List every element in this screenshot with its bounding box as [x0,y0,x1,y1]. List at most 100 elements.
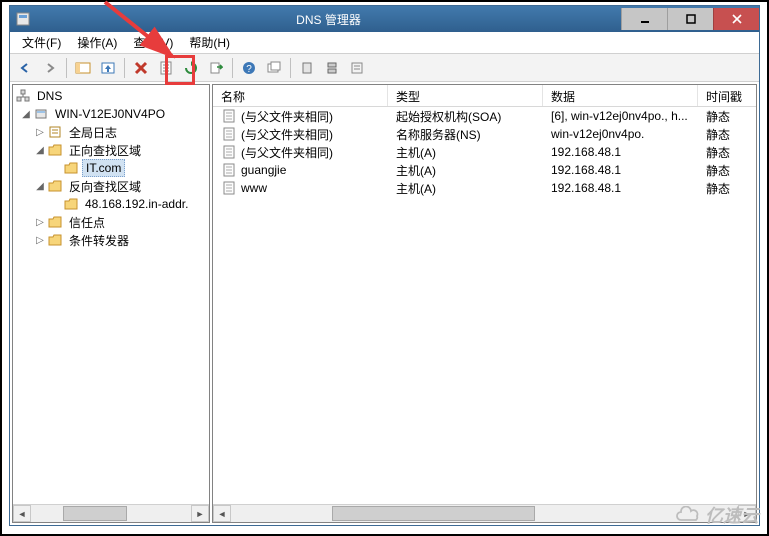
cell-type: 主机(A) [388,179,543,198]
filter-button[interactable] [296,57,318,79]
back-button[interactable] [14,57,36,79]
properties-button[interactable] [155,57,177,79]
menubar: 文件(F) 操作(A) 查看(V) 帮助(H) [10,32,759,54]
scroll-thumb[interactable] [63,506,127,521]
cell-timestamp: 静态 [698,161,756,180]
scroll-track[interactable] [231,505,738,522]
cell-type: 起始授权机构(SOA) [388,107,543,126]
tree-body[interactable]: DNS ◢ WIN-V12EJ0NV4PO ▷ 全局日志 ◢ [13,85,209,504]
record-row[interactable]: (与父文件夹相同)名称服务器(NS)win-v12ej0nv4po.静态 [213,125,756,143]
column-data[interactable]: 数据 [543,85,698,106]
record-row[interactable]: (与父文件夹相同) 主机(A)192.168.48.1静态 [213,143,756,161]
menu-action[interactable]: 操作(A) [69,32,125,53]
delete-button[interactable] [130,57,152,79]
dns-root-icon [15,89,31,103]
cell-timestamp: 静态 [698,143,756,162]
tree-label: 反向查找区域 [66,177,144,196]
column-name[interactable]: 名称 [213,85,388,106]
record-row[interactable]: guangjie 主机(A)192.168.48.1静态 [213,161,756,179]
scroll-right-button[interactable]: ► [191,505,209,522]
cell-name: guangjie [241,163,286,177]
tree-pane: DNS ◢ WIN-V12EJ0NV4PO ▷ 全局日志 ◢ [12,84,210,523]
scroll-left-button[interactable]: ◄ [213,505,231,522]
up-one-level-button[interactable] [97,57,119,79]
expand-toggle[interactable]: ▷ [33,125,47,139]
tree-label: 信任点 [66,213,108,232]
titlebar[interactable]: DNS 管理器 [10,6,759,32]
list-pane: 名称 类型 数据 时间戳 (与父文件夹相同) 起始授权机构(SOA)[6], wi… [212,84,757,523]
cell-name: (与父文件夹相同) [241,144,333,161]
refresh-button[interactable] [180,57,202,79]
tree-zone-rev[interactable]: 48.168.192.in-addr. [13,195,209,213]
maximize-button[interactable] [667,8,713,30]
folder-icon [47,233,63,247]
expand-toggle[interactable]: ◢ [33,179,47,193]
scroll-track[interactable] [31,505,191,522]
show-hide-tree-button[interactable] [72,57,94,79]
cell-data: 192.168.48.1 [543,162,698,178]
tree-server[interactable]: ◢ WIN-V12EJ0NV4PO [13,105,209,123]
tree-global-log[interactable]: ▷ 全局日志 [13,123,209,141]
zone-icon [63,197,79,211]
tree-label: 条件转发器 [66,231,132,250]
expand-toggle[interactable]: ◢ [33,143,47,157]
cell-name: (与父文件夹相同) [241,108,333,125]
list-body[interactable]: (与父文件夹相同) 起始授权机构(SOA)[6], win-v12ej0nv4po… [213,107,756,504]
tree-label: 正向查找区域 [66,141,144,160]
cell-name: www [241,181,267,195]
menu-help[interactable]: 帮助(H) [181,32,238,53]
tree-label: DNS [34,88,65,104]
expand-toggle[interactable]: ◢ [19,107,33,121]
record-row[interactable]: www主机(A)192.168.48.1静态 [213,179,756,197]
cell-timestamp: 静态 [698,125,756,144]
column-timestamp[interactable]: 时间戳 [698,85,756,106]
close-button[interactable] [713,8,759,30]
cell-data: win-v12ej0nv4po. [543,126,698,142]
cell-type: 主机(A) [388,161,543,180]
expand-toggle[interactable]: ▷ [33,215,47,229]
tree-label: 全局日志 [66,123,120,142]
scroll-left-button[interactable]: ◄ [13,505,31,522]
cell-data: 192.168.48.1 [543,180,698,196]
cell-type: 主机(A) [388,143,543,162]
watermark: 亿速云 [673,502,759,528]
watermark-text: 亿速云 [705,502,759,528]
scroll-thumb[interactable] [332,506,535,521]
server-icon [33,107,49,121]
window-title: DNS 管理器 [36,11,621,28]
record-row[interactable]: (与父文件夹相同) 起始授权机构(SOA)[6], win-v12ej0nv4po… [213,107,756,125]
folder-icon [47,179,63,193]
folder-icon [47,143,63,157]
export-list-button[interactable] [205,57,227,79]
tree-root-dns[interactable]: DNS [13,87,209,105]
new-window-button[interactable] [263,57,285,79]
menu-view[interactable]: 查看(V) [125,32,181,53]
tree-cond-forwarders[interactable]: ▷ 条件转发器 [13,231,209,249]
dns-manager-window: DNS 管理器 文件(F) 操作(A) 查看(V) 帮助(H) [9,5,760,526]
server-button[interactable] [321,57,343,79]
forward-button[interactable] [39,57,61,79]
app-icon [10,12,36,26]
cell-data: [6], win-v12ej0nv4po., h... [543,108,698,124]
expand-toggle[interactable]: ▷ [33,233,47,247]
tree-zone-it[interactable]: IT.com [13,159,209,177]
tree-forward-zone[interactable]: ◢ 正向查找区域 [13,141,209,159]
cell-data: 192.168.48.1 [543,144,698,160]
tree-label: WIN-V12EJ0NV4PO [52,106,168,122]
list-header: 名称 类型 数据 时间戳 [213,85,756,107]
folder-icon [47,215,63,229]
cloud-icon [673,506,701,524]
column-type[interactable]: 类型 [388,85,543,106]
tree-hscrollbar[interactable]: ◄ ► [13,504,209,522]
cell-type: 名称服务器(NS) [388,125,543,144]
record-icon [221,145,237,159]
record-icon [221,127,237,141]
record-icon [221,163,237,177]
minimize-button[interactable] [621,8,667,30]
help-button[interactable]: ? [238,57,260,79]
options-button[interactable] [346,57,368,79]
tree-reverse-zone[interactable]: ◢ 反向查找区域 [13,177,209,195]
menu-file[interactable]: 文件(F) [14,32,69,53]
tree-label: IT.com [82,159,125,177]
tree-trust-points[interactable]: ▷ 信任点 [13,213,209,231]
